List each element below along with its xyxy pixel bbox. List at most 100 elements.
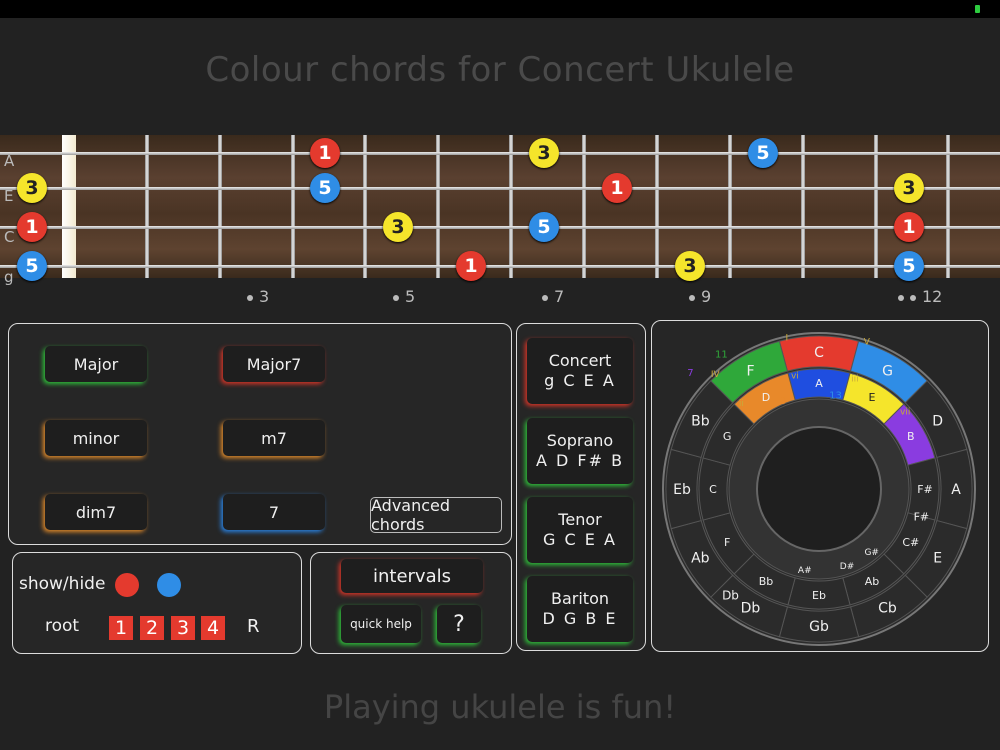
key-label-minor: Bb: [759, 575, 774, 588]
fretboard[interactable]: 1 3 5 3 5 1 3 1 3 5 1 5 1 3 5: [0, 135, 1000, 281]
note-dot[interactable]: 3: [383, 212, 413, 242]
key-label-minor: A: [815, 377, 823, 390]
major7-chord-button[interactable]: Major7: [223, 346, 325, 382]
key-label: C: [814, 345, 824, 361]
tuning-name: Tenor: [558, 510, 602, 529]
note-dot[interactable]: 1: [602, 173, 632, 203]
key-label: Db: [741, 601, 761, 617]
tuning-notes: G C E A: [543, 530, 617, 549]
fret-marker: 12: [898, 287, 942, 306]
fretboard-nut: [62, 135, 76, 278]
key-label-minor: Ab: [865, 575, 880, 588]
chord-type-panel: Major Major7 minor m7 dim7 7 Advanced ch…: [8, 323, 512, 545]
fret-marker-dot: [689, 294, 695, 301]
key-label-minor: B: [907, 430, 915, 443]
degree-v: V: [864, 338, 871, 348]
interval-number: 7: [687, 368, 693, 379]
root-2-button[interactable]: 2: [140, 616, 164, 640]
fret-marker-number: 12: [922, 287, 943, 306]
key-label: G: [882, 363, 893, 379]
seven-chord-button[interactable]: 7: [223, 494, 325, 530]
tuning-bariton-button[interactable]: Bariton D G B E: [527, 576, 633, 642]
tuning-notes: D G B E: [542, 609, 618, 628]
fret-marker-number: 9: [701, 287, 712, 306]
degree-ii: ii: [739, 399, 744, 409]
circle-center-button[interactable]: [756, 426, 882, 552]
intervals-button[interactable]: intervals: [341, 559, 483, 593]
key-label: Gb: [809, 619, 829, 635]
fret-wire: [582, 135, 586, 278]
tuning-tenor-button[interactable]: Tenor G C E A: [527, 497, 633, 563]
interval-number: 9: [780, 396, 786, 407]
fret-marker-number: 5: [405, 287, 416, 306]
note-dot[interactable]: 3: [17, 173, 47, 203]
tuning-soprano-button[interactable]: Soprano A D F# B: [527, 418, 633, 484]
key-label: Cb: [878, 601, 897, 617]
note-dot[interactable]: 3: [894, 173, 924, 203]
help-button[interactable]: ?: [437, 605, 481, 643]
root-label: root: [45, 616, 80, 636]
string-label: g: [4, 268, 14, 286]
fret-wire: [801, 135, 805, 278]
fret-marker-dot: [542, 294, 548, 301]
key-label: A: [951, 482, 961, 498]
fret-marker-dot: [898, 294, 904, 301]
key-label: F#: [914, 510, 930, 523]
quick-help-button[interactable]: quick help: [341, 605, 421, 643]
page-title: Colour chords for Concert Ukulele: [205, 50, 795, 90]
note-dot[interactable]: 3: [529, 138, 559, 168]
tuning-name: Bariton: [550, 589, 609, 608]
note-dot[interactable]: 5: [529, 212, 559, 242]
tuning-concert-button[interactable]: Concert g C E A: [527, 338, 633, 404]
fret-wire: [218, 135, 222, 278]
fret-wire: [728, 135, 732, 278]
circle-of-fifths[interactable]: CGDAECbGbDbAbEbBbFF#AEBF#C#AbEbBbFCGDIVI…: [652, 321, 988, 651]
root-4-button[interactable]: 4: [201, 616, 225, 640]
battery-icon: [975, 5, 980, 13]
note-dot[interactable]: 1: [894, 212, 924, 242]
dim7-chord-button[interactable]: dim7: [45, 494, 147, 530]
show-red-toggle[interactable]: [115, 573, 139, 597]
note-dot[interactable]: 5: [17, 251, 47, 281]
show-blue-toggle[interactable]: [157, 573, 181, 597]
advanced-chords-button[interactable]: Advanced chords: [370, 496, 502, 534]
circle-of-fifths-panel: C G D A E Cb Gb Db Ab Eb Bb F F# A E B F# C# Ab Eb Bb F C G D IV I…: [651, 320, 989, 652]
string-3: [0, 265, 1000, 268]
tuning-name: Soprano: [546, 431, 614, 450]
fret-wire: [946, 135, 950, 278]
key-label: D: [932, 414, 943, 430]
root-1-button[interactable]: 1: [109, 616, 133, 640]
status-bar: [0, 0, 1000, 18]
string-label: E: [4, 187, 14, 205]
tuning-notes: g C E A: [544, 371, 616, 390]
key-label-minor: G: [723, 430, 732, 443]
note-dot[interactable]: 3: [675, 251, 705, 281]
root-reset-button[interactable]: R: [247, 616, 260, 637]
note-dot[interactable]: 1: [17, 212, 47, 242]
show-hide-panel: show/hide root 1 2 3 4 R: [12, 552, 302, 654]
fret-marker: 3: [247, 287, 269, 306]
m7-chord-button[interactable]: m7: [223, 420, 325, 456]
note-dot[interactable]: 1: [456, 251, 486, 281]
degree-vii: vii: [900, 407, 910, 417]
root-3-button[interactable]: 3: [171, 616, 195, 640]
note-dot[interactable]: 5: [310, 173, 340, 203]
note-dot[interactable]: 1: [310, 138, 340, 168]
string-2: [0, 226, 1000, 229]
key-label-enharmonic: D#: [840, 562, 854, 572]
intervals-panel: intervals quick help ?: [310, 552, 512, 654]
degree-iv: IV: [711, 370, 721, 380]
fret-wire: [509, 135, 513, 278]
major-chord-button[interactable]: Major: [45, 346, 147, 382]
note-dot[interactable]: 5: [894, 251, 924, 281]
key-label-minor: F: [724, 536, 730, 549]
fret-wire: [145, 135, 149, 278]
note-dot[interactable]: 5: [748, 138, 778, 168]
key-label: E: [933, 551, 942, 567]
degree-vi: vi: [791, 372, 799, 382]
tuning-panel: Concert g C E A Soprano A D F# B Tenor G…: [516, 323, 646, 651]
minor-chord-button[interactable]: minor: [45, 420, 147, 456]
fret-wire: [436, 135, 440, 278]
key-label-enharmonic: G#: [864, 548, 879, 558]
key-label-minor: C#: [902, 536, 919, 549]
